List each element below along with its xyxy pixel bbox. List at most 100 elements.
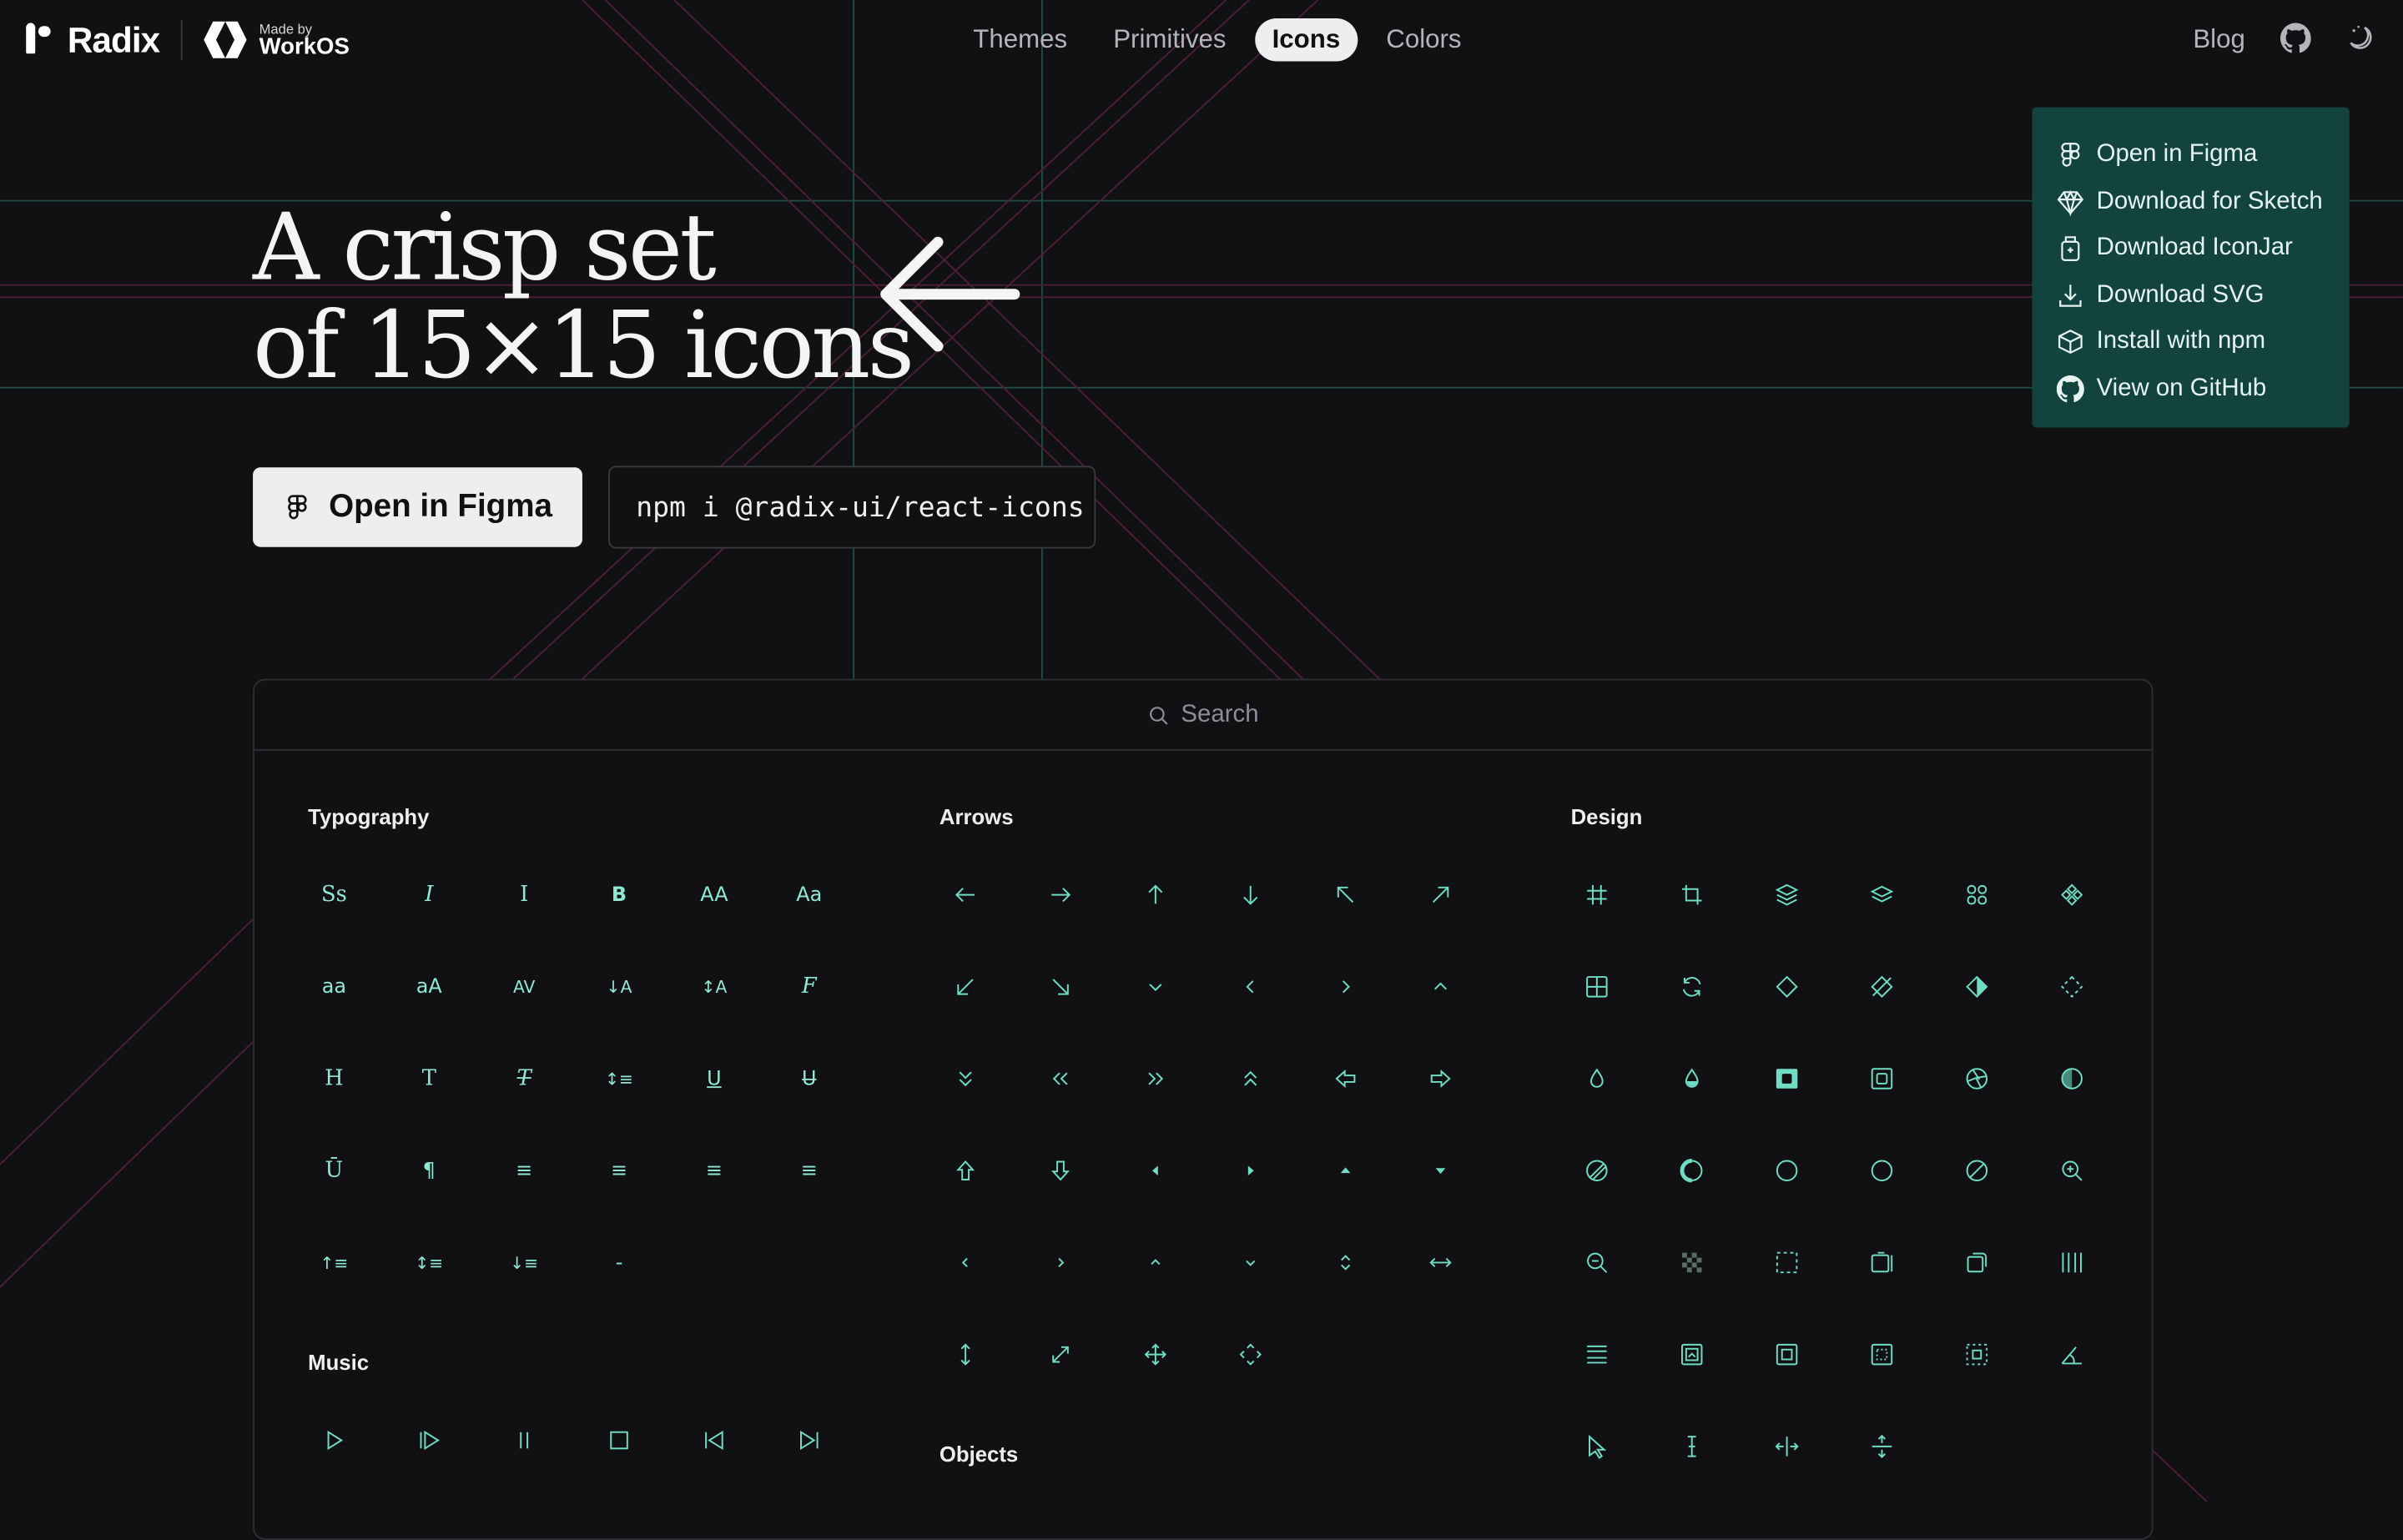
cursor-arrow-icon[interactable] [1563,1412,1630,1480]
menu-download-sketch[interactable]: Download for Sketch [2057,179,2350,225]
arrow-bottom-left-icon[interactable] [932,953,1000,1020]
height-icon[interactable] [932,1321,1000,1388]
text-align-bottom-icon[interactable]: ↓≡ [491,1229,558,1296]
nav-themes[interactable]: Themes [956,18,1084,61]
text-align-top-icon[interactable]: ↑≡ [300,1229,368,1296]
font-italic-icon[interactable]: I [395,861,463,929]
opacity-icon[interactable] [1563,1045,1630,1113]
component-boolean-icon[interactable] [1658,953,1725,1020]
track-previous-icon[interactable] [680,1407,748,1474]
text-align-justify-icon[interactable]: ≡ [775,1137,843,1205]
play-icon[interactable] [300,1407,368,1474]
nav-colors[interactable]: Colors [1369,18,1479,61]
column-width-icon[interactable] [1753,1412,1821,1480]
double-arrow-down-icon[interactable] [932,1045,1000,1113]
track-next-icon[interactable] [775,1407,843,1474]
transparency-grid-icon[interactable] [1658,1229,1725,1296]
text-align-left-icon[interactable]: ≡ [491,1137,558,1205]
component-2-icon[interactable] [1943,953,2011,1020]
npm-install-command[interactable]: npm i @radix-ui/react-icons [608,466,1096,549]
corners-icon[interactable] [1848,1229,1916,1296]
nav-icons[interactable]: Icons [1255,18,1358,62]
row-spacing-icon[interactable] [1563,1321,1630,1388]
dashed-diamond-icon[interactable] [2038,953,2106,1020]
component-none-icon[interactable] [1848,953,1916,1020]
font-roman-icon[interactable]: I [491,861,558,929]
table-icon[interactable] [1563,953,1630,1020]
component-1-icon[interactable] [1943,861,2011,929]
width-icon[interactable] [1407,1229,1474,1296]
chevron-down-icon[interactable] [1121,953,1189,1020]
circle-outline-icon[interactable] [1848,1137,1916,1205]
arrow-top-left-icon[interactable] [1312,861,1379,929]
frame-icon[interactable] [1563,861,1630,929]
triangle-up-icon[interactable] [1312,1137,1379,1205]
caret-sort-icon[interactable] [1312,1229,1379,1296]
chevron-left-icon[interactable] [1217,953,1284,1020]
row-height-icon[interactable] [1848,1412,1916,1480]
arrow-left-icon[interactable] [932,861,1000,929]
line-height-icon[interactable]: ↕≡ [586,1045,653,1113]
dashed-box-icon[interactable] [1753,1229,1821,1296]
menu-open-in-figma[interactable]: Open in Figma [2057,132,2350,179]
menu-view-github[interactable]: View on GitHub [2056,365,2350,412]
cursor-text-icon[interactable] [1658,1412,1725,1480]
double-arrow-left-icon[interactable] [1027,1045,1095,1113]
moon-icon[interactable] [2345,23,2375,54]
pilcrow-icon[interactable]: ¶ [395,1137,463,1205]
zoom-out-icon[interactable] [1563,1229,1630,1296]
arrow-right-icon[interactable] [1027,861,1095,929]
nav-primitives[interactable]: Primitives [1096,18,1243,61]
shadow-outer-icon[interactable] [1848,1045,1916,1113]
triangle-left-icon[interactable] [1121,1137,1189,1205]
crop-icon[interactable] [1658,861,1725,929]
arrow-up-icon[interactable] [1121,861,1189,929]
font-family-icon[interactable]: F [775,953,843,1020]
triangle-right-icon[interactable] [1217,1137,1284,1205]
workos-link[interactable]: Made by WorkOS [204,20,350,60]
caret-up-icon[interactable] [1121,1229,1189,1296]
enter-full-screen-icon[interactable] [1027,1321,1095,1388]
zoom-in-icon[interactable] [2038,1137,2106,1205]
letter-case-toggle-icon[interactable]: Ss [300,861,368,929]
aperture-icon[interactable] [1943,1045,2011,1113]
column-spacing-icon[interactable] [2038,1229,2106,1296]
half-1-icon[interactable] [1658,1137,1725,1205]
arrow-top-right-icon[interactable] [1407,861,1474,929]
margin-icon[interactable] [1753,1321,1821,1388]
angle-icon[interactable] [2038,1321,2106,1388]
shadow-inner-icon[interactable] [1753,1045,1821,1113]
letter-case-toggle-lower-icon[interactable]: aA [395,953,463,1020]
thick-arrow-up-icon[interactable] [932,1137,1000,1205]
text-align-center-icon[interactable]: ≡ [586,1137,653,1205]
mix-icon[interactable] [1658,1045,1725,1113]
double-arrow-up-icon[interactable] [1217,1045,1284,1113]
menu-download-iconjar[interactable]: Download IconJar [2057,225,2350,272]
move-icon[interactable] [1121,1321,1189,1388]
menu-install-npm[interactable]: Install with npm [2057,319,2350,365]
pause-icon[interactable] [491,1407,558,1474]
component-placeholder-icon[interactable] [1753,953,1821,1020]
chevron-right-icon[interactable] [1312,953,1379,1020]
thick-arrow-left-icon[interactable] [1312,1045,1379,1113]
heading-icon[interactable]: H [300,1045,368,1113]
overline-icon[interactable]: Ū [300,1137,368,1205]
padding-icon[interactable] [1848,1321,1916,1388]
caret-right-icon[interactable] [1027,1229,1095,1296]
font-size-icon[interactable]: ↓A [586,953,653,1020]
corner-top-right-icon[interactable] [1943,1229,2011,1296]
all-sides-icon[interactable] [1217,1321,1284,1388]
arrow-bottom-right-icon[interactable] [1027,953,1095,1020]
text-icon[interactable]: T [395,1045,463,1113]
font-bold-icon[interactable]: B [586,861,653,929]
brand[interactable]: Radix Made by WorkOS [24,15,350,64]
underline-icon[interactable]: U [680,1045,748,1113]
search-bar[interactable]: Search [254,680,2152,751]
caret-left-icon[interactable] [932,1229,1000,1296]
border-style-icon[interactable] [1943,1321,2011,1388]
thick-arrow-right-icon[interactable] [1407,1045,1474,1113]
caret-down-icon[interactable] [1217,1229,1284,1296]
dash-icon[interactable]: - [586,1229,653,1296]
thick-arrow-down-icon[interactable] [1027,1137,1095,1205]
value-none-icon[interactable] [1943,1137,2011,1205]
